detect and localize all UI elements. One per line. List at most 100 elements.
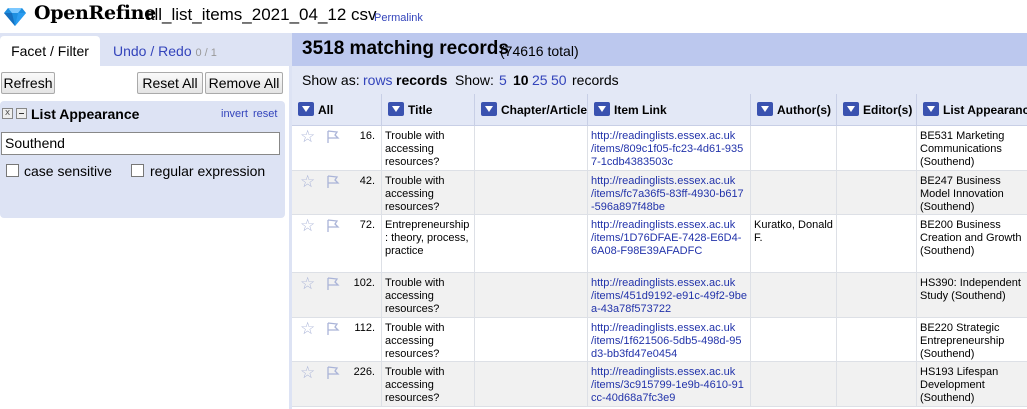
facet-search-input[interactable]: Southend — [1, 132, 280, 155]
left-panel-tabs: Facet / Filter Undo / Redo 0 / 1 — [0, 33, 289, 66]
data-panel: 3518 matching records (74616 total) Show… — [292, 33, 1027, 409]
table-row[interactable]: ☆ 16. Trouble with accessing resources? htt… — [292, 126, 1027, 171]
page-size-5-link[interactable]: 5 — [499, 72, 507, 88]
left-panel: Facet / Filter Undo / Redo 0 / 1 Refresh… — [0, 33, 289, 409]
remove-all-button[interactable]: Remove All — [205, 72, 283, 94]
total-records-count: (74616 total) — [500, 43, 579, 59]
tab-undo-redo-label: Undo / Redo — [113, 43, 192, 59]
cell-item-link[interactable]: http://readinglists.essex.ac.uk /items/4… — [587, 273, 750, 317]
cell-editors — [836, 171, 916, 214]
facet-reset-link[interactable]: reset — [253, 108, 277, 120]
undo-count: 0 / 1 — [195, 47, 217, 59]
cell-item-link[interactable]: http://readinglists.essex.ac.uk /items/3… — [587, 362, 750, 406]
table-row[interactable]: ☆ 226. Trouble with accessing resources? ht… — [292, 362, 1027, 407]
flag-icon[interactable] — [326, 130, 340, 144]
cell-item-link[interactable]: http://readinglists.essex.ac.uk /items/8… — [587, 126, 750, 170]
facet-toolbar: Refresh Reset All Remove All — [0, 66, 289, 98]
cell-title: Trouble with accessing resources? — [381, 126, 474, 170]
summary-bar: 3518 matching records (74616 total) — [292, 33, 1027, 66]
cell-authors — [750, 126, 836, 170]
cell-list-appearance: BE247 Business Model Innovation (Southen… — [916, 171, 1027, 214]
column-header-chapter-article[interactable]: Chapter/Article — [474, 94, 587, 126]
refresh-button[interactable]: Refresh — [1, 72, 55, 94]
table-row[interactable]: ☆ 112. Trouble with accessing resources? ht… — [292, 318, 1027, 362]
facet-title-bar: x List Appearance invert reset — [0, 101, 285, 127]
column-header-list-appearance[interactable]: List Appearance — [916, 94, 1027, 126]
cell-authors — [750, 171, 836, 214]
regular-expression-label: regular expression — [150, 163, 266, 179]
star-icon[interactable]: ☆ — [300, 365, 315, 382]
cell-authors: Kuratko, Donald F. — [750, 215, 836, 272]
chevron-down-icon[interactable] — [594, 102, 610, 116]
page-size-50-link[interactable]: 50 — [551, 72, 567, 88]
page-size-10-selected[interactable]: 10 — [513, 72, 529, 88]
star-icon[interactable]: ☆ — [300, 174, 315, 191]
cell-list-appearance: HS390: Independent Study (Southend) — [916, 273, 1027, 317]
row-number: 16. — [359, 130, 375, 142]
regular-expression-checkbox[interactable] — [131, 164, 144, 177]
row-number: 102. — [353, 277, 375, 289]
flag-icon[interactable] — [326, 366, 340, 380]
page-size-25-link[interactable]: 25 — [532, 72, 548, 88]
cell-editors — [836, 362, 916, 406]
cell-item-link[interactable]: http://readinglists.essex.ac.uk /items/1… — [587, 215, 750, 272]
chevron-down-icon[interactable] — [298, 102, 314, 116]
cell-list-appearance: BE200 Business Creation and Growth (Sout… — [916, 215, 1027, 272]
cell-title: Trouble with accessing resources? — [381, 273, 474, 317]
chevron-down-icon[interactable] — [843, 102, 859, 116]
column-header-authors-label: Author(s) — [777, 103, 831, 117]
flag-icon[interactable] — [326, 277, 340, 291]
cell-list-appearance: BE220 Strategic Entrepreneurship (Southe… — [916, 318, 1027, 361]
case-sensitive-checkbox[interactable] — [6, 164, 19, 177]
tab-undo-redo[interactable]: Undo / Redo 0 / 1 — [113, 36, 217, 66]
row-number: 112. — [354, 322, 375, 334]
chevron-down-icon[interactable] — [481, 102, 497, 116]
table-header: All Title Chapter/Article Item Link Auth… — [292, 94, 1027, 126]
flag-icon[interactable] — [326, 322, 340, 336]
star-icon[interactable]: ☆ — [300, 129, 315, 146]
permalink-link[interactable]: Permalink — [374, 12, 423, 24]
cell-chapter-article — [474, 171, 587, 214]
column-header-authors[interactable]: Author(s) — [750, 94, 836, 126]
cell-editors — [836, 126, 916, 170]
chevron-down-icon[interactable] — [923, 102, 939, 116]
project-name[interactable]: all_list_items_2021_04_12 csv — [145, 5, 377, 25]
chevron-down-icon[interactable] — [757, 102, 773, 116]
table-row[interactable]: ☆ 72. Entrepreneurship : theory, process, … — [292, 215, 1027, 273]
chevron-down-icon[interactable] — [388, 102, 404, 116]
table-row[interactable]: ☆ 102. Trouble with accessing resources? ht… — [292, 273, 1027, 318]
column-header-all[interactable]: All — [292, 94, 381, 126]
show-as-rows-link[interactable]: rows — [363, 72, 393, 88]
flag-icon[interactable] — [326, 175, 340, 189]
data-table: All Title Chapter/Article Item Link Auth… — [292, 94, 1027, 409]
facet-invert-link[interactable]: invert — [221, 108, 248, 120]
cell-item-link[interactable]: http://readinglists.essex.ac.uk /items/f… — [587, 171, 750, 214]
cell-authors — [750, 362, 836, 406]
reset-all-button[interactable]: Reset All — [137, 72, 203, 94]
app-header: OpenRefine all_list_items_2021_04_12 csv… — [0, 0, 1027, 33]
minimize-icon[interactable] — [16, 108, 27, 119]
show-as-records-selected[interactable]: records — [396, 72, 447, 88]
view-options-bar: Show as: rows records Show: 5 10 25 50 r… — [292, 66, 1027, 94]
show-as-label: Show as: — [302, 72, 360, 88]
app-logo[interactable]: OpenRefine — [34, 2, 156, 24]
star-icon[interactable]: ☆ — [300, 321, 315, 338]
star-icon[interactable]: ☆ — [300, 218, 315, 235]
column-header-editors[interactable]: Editor(s) — [836, 94, 916, 126]
cell-editors — [836, 318, 916, 361]
matching-records-count: 3518 matching records — [302, 38, 509, 59]
column-header-item-link[interactable]: Item Link — [587, 94, 750, 126]
tab-facet-filter[interactable]: Facet / Filter — [0, 36, 100, 66]
openrefine-diamond-icon — [4, 8, 26, 26]
star-icon[interactable]: ☆ — [300, 276, 315, 293]
cell-title: Trouble with accessing resources? — [381, 171, 474, 214]
cell-item-link[interactable]: http://readinglists.essex.ac.uk /items/1… — [587, 318, 750, 361]
cell-editors — [836, 215, 916, 272]
close-icon[interactable]: x — [2, 108, 13, 119]
cell-title: Trouble with accessing resources? — [381, 362, 474, 406]
column-header-item-link-label: Item Link — [614, 103, 667, 117]
row-number: 226. — [353, 366, 375, 378]
column-header-title[interactable]: Title — [381, 94, 474, 126]
table-row[interactable]: ☆ 42. Trouble with accessing resources? htt… — [292, 171, 1027, 215]
flag-icon[interactable] — [326, 219, 340, 233]
